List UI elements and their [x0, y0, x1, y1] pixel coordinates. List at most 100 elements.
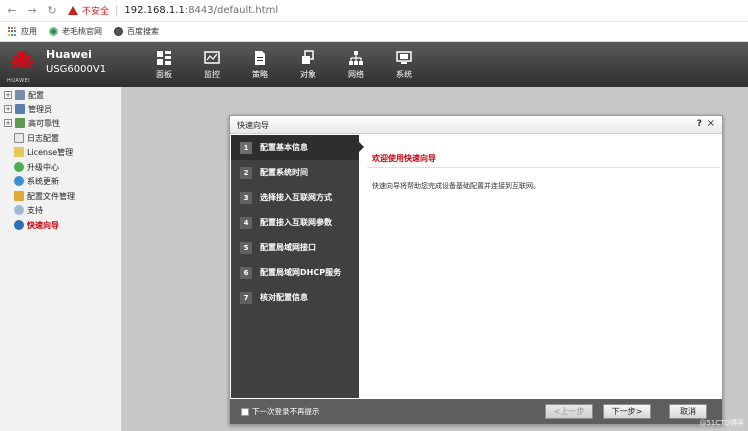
nav-system[interactable]: 系统 — [380, 42, 428, 87]
step-number: 3 — [240, 191, 252, 204]
system-icon — [396, 50, 412, 64]
bookmark-label: 老毛桃官网 — [62, 27, 102, 36]
nav-label: 策略 — [252, 69, 268, 79]
nav-label: 对象 — [300, 69, 316, 79]
sidebar-item-config[interactable]: + 配置 — [0, 88, 44, 102]
wizard-step-2: 2 配置系统时间 — [231, 160, 359, 185]
step-number: 1 — [240, 141, 252, 154]
dialog-footer: 下一次登录不再提示 <上一步 下一步> 取消 — [230, 399, 722, 424]
help-icon[interactable]: ? — [697, 119, 702, 129]
forward-arrow-icon[interactable]: → — [24, 3, 40, 19]
sidebar-item-label: 配置文件管理 — [27, 191, 75, 201]
bookmarks-bar: 应用 老毛桃官网 百度搜索 — [0, 22, 748, 42]
step-label: 配置接入互联网参数 — [260, 218, 332, 227]
wizard-step-7: 7 核对配置信息 — [231, 285, 359, 310]
sidebar-item-license[interactable]: License管理 — [14, 145, 73, 159]
sidebar-item-upgrade[interactable]: 升级中心 — [14, 160, 59, 174]
monitor-icon — [204, 50, 220, 64]
app-header: HUAWEI Huawei USG6000V1 面板 监控 策略 对象 网络 系… — [0, 42, 748, 87]
sidebar-item-admin[interactable]: + 管理员 — [0, 102, 52, 116]
wizard-icon — [14, 220, 24, 230]
step-label: 配置局域网DHCP服务 — [260, 268, 342, 277]
nav-label: 监控 — [204, 69, 220, 79]
wizard-step-6: 6 配置局域网DHCP服务 — [231, 260, 359, 285]
nav-policy[interactable]: 策略 — [236, 42, 284, 87]
expand-toggle-icon[interactable]: + — [4, 105, 12, 113]
policy-icon — [255, 50, 265, 65]
wizard-step-5: 5 配置局域网接口 — [231, 235, 359, 260]
content-description: 快速向导将帮助您完成设备基础配置并连接到互联网。 — [372, 182, 540, 190]
nav-monitor[interactable]: 监控 — [188, 42, 236, 87]
sidebar-item-quick-wizard[interactable]: 快速向导 — [14, 218, 59, 232]
address-bar[interactable]: ← → ↻ 不安全 | 192.168.1.1 :8443/default.ht… — [0, 0, 748, 22]
next-button[interactable]: 下一步> — [603, 404, 651, 419]
wizard-step-4: 4 配置接入互联网参数 — [231, 210, 359, 235]
expand-toggle-icon[interactable]: + — [4, 91, 12, 99]
support-icon — [14, 205, 24, 215]
expand-toggle-icon[interactable]: + — [4, 119, 12, 127]
globe-icon — [114, 27, 123, 36]
dialog-title-bar[interactable]: 快速向导 ? × — [230, 116, 722, 134]
checkbox-label: 下一次登录不再提示 — [252, 407, 320, 416]
log-icon — [14, 133, 24, 143]
step-number: 7 — [240, 291, 252, 304]
bookmark-label: 应用 — [21, 27, 37, 36]
sidebar-item-ha[interactable]: + 高可靠性 — [0, 116, 60, 130]
sidebar-item-label: 高可靠性 — [28, 118, 60, 128]
step-label: 配置基本信息 — [260, 143, 308, 152]
wizard-step-3: 3 选择接入互联网方式 — [231, 185, 359, 210]
site-icon — [49, 27, 58, 36]
logo-text: HUAWEI — [7, 78, 31, 84]
bookmark-baidu[interactable]: 百度搜索 — [114, 26, 159, 37]
prev-button[interactable]: <上一步 — [545, 404, 593, 419]
sidebar-item-update[interactable]: 系统更新 — [14, 174, 59, 188]
sidebar-item-label: 快速向导 — [27, 220, 59, 230]
bookmark-apps[interactable]: 应用 — [8, 26, 37, 37]
content-divider — [367, 167, 719, 168]
close-icon[interactable]: × — [707, 118, 715, 129]
dont-show-checkbox[interactable] — [241, 407, 249, 416]
step-number: 2 — [240, 166, 252, 179]
dont-show-again[interactable]: 下一次登录不再提示 — [241, 406, 320, 417]
back-arrow-icon[interactable]: ← — [4, 3, 20, 19]
upgrade-icon — [14, 162, 24, 172]
security-warning[interactable]: 不安全 — [68, 4, 109, 17]
sidebar-tree: + 配置 + 管理员 + 高可靠性 日志配置 License管理 升级中心 系统… — [0, 87, 122, 431]
sidebar-item-log[interactable]: 日志配置 — [14, 131, 59, 145]
quick-wizard-dialog: 快速向导 ? × 1 配置基本信息 2 配置系统时间 3 选择接入互联网方式 4… — [229, 115, 723, 425]
step-label: 核对配置信息 — [260, 293, 308, 302]
step-number: 4 — [240, 216, 252, 229]
step-number: 5 — [240, 241, 252, 254]
folder-icon — [14, 191, 24, 201]
cancel-button[interactable]: 取消 — [669, 404, 707, 419]
url-path[interactable]: :8443/default.html — [185, 5, 278, 16]
address-separator: | — [115, 5, 119, 16]
bookmark-site[interactable]: 老毛桃官网 — [49, 26, 102, 37]
url-host[interactable]: 192.168.1.1 — [124, 5, 184, 16]
sidebar-item-support[interactable]: 支持 — [14, 203, 43, 217]
dashboard-icon — [157, 50, 171, 65]
apps-grid-icon — [8, 27, 17, 36]
brand-name: Huawei — [46, 48, 92, 61]
wizard-step-1: 1 配置基本信息 — [231, 135, 364, 160]
sidebar-item-label: 系统更新 — [27, 176, 59, 186]
license-icon — [14, 147, 24, 157]
nav-label: 网络 — [348, 69, 364, 79]
content-title: 欢迎使用快速向导 — [372, 154, 436, 163]
huawei-logo-icon — [10, 51, 34, 68]
bookmark-label: 百度搜索 — [127, 27, 159, 36]
nav-dashboard[interactable]: 面板 — [140, 42, 188, 87]
sidebar-item-config-file[interactable]: 配置文件管理 — [14, 189, 75, 203]
nav-object[interactable]: 对象 — [284, 42, 332, 87]
config-icon — [15, 90, 25, 100]
reload-icon[interactable]: ↻ — [44, 3, 60, 19]
step-label: 配置系统时间 — [260, 168, 308, 177]
sidebar-item-label: 管理员 — [28, 104, 52, 114]
ha-icon — [15, 118, 25, 128]
admin-icon — [15, 104, 25, 114]
nav-label: 系统 — [396, 69, 412, 79]
nav-network[interactable]: 网络 — [332, 42, 380, 87]
sidebar-item-label: 升级中心 — [27, 162, 59, 172]
sidebar-item-label: License管理 — [27, 147, 74, 157]
sidebar-item-label: 支持 — [27, 205, 43, 215]
